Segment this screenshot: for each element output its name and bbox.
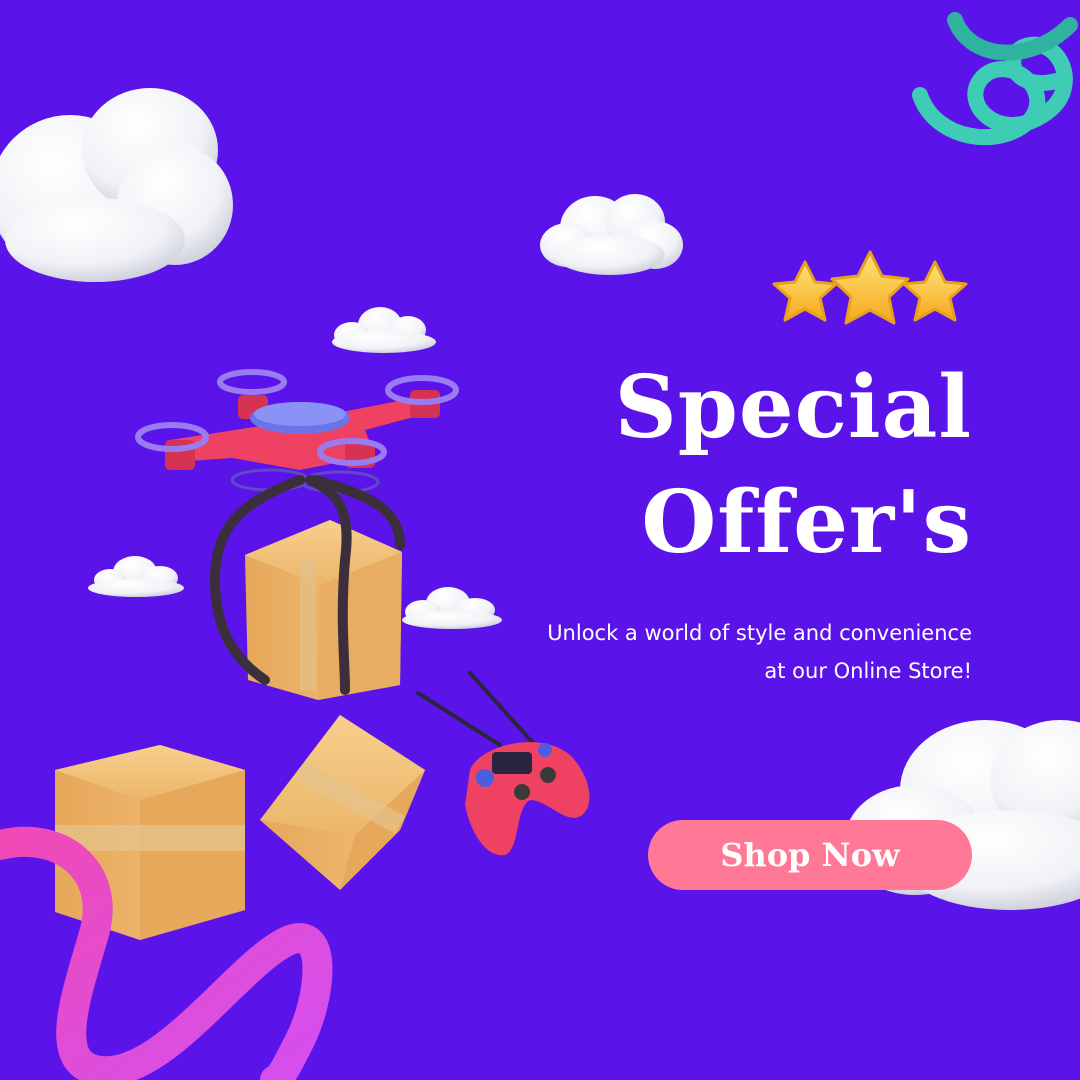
tagline: Unlock a world of style and convenience … <box>502 614 972 690</box>
tagline-line-2: at our Online Store! <box>764 659 972 683</box>
promo-canvas: Special Offer's Unlock a world of style … <box>0 0 1080 1080</box>
headline-line-2: Offer's <box>641 472 972 573</box>
shop-now-button[interactable]: Shop Now <box>648 820 972 890</box>
parcel-box-icon <box>245 520 402 700</box>
headline-line-1: Special <box>614 357 972 458</box>
tagline-line-1: Unlock a world of style and convenience <box>547 621 972 645</box>
